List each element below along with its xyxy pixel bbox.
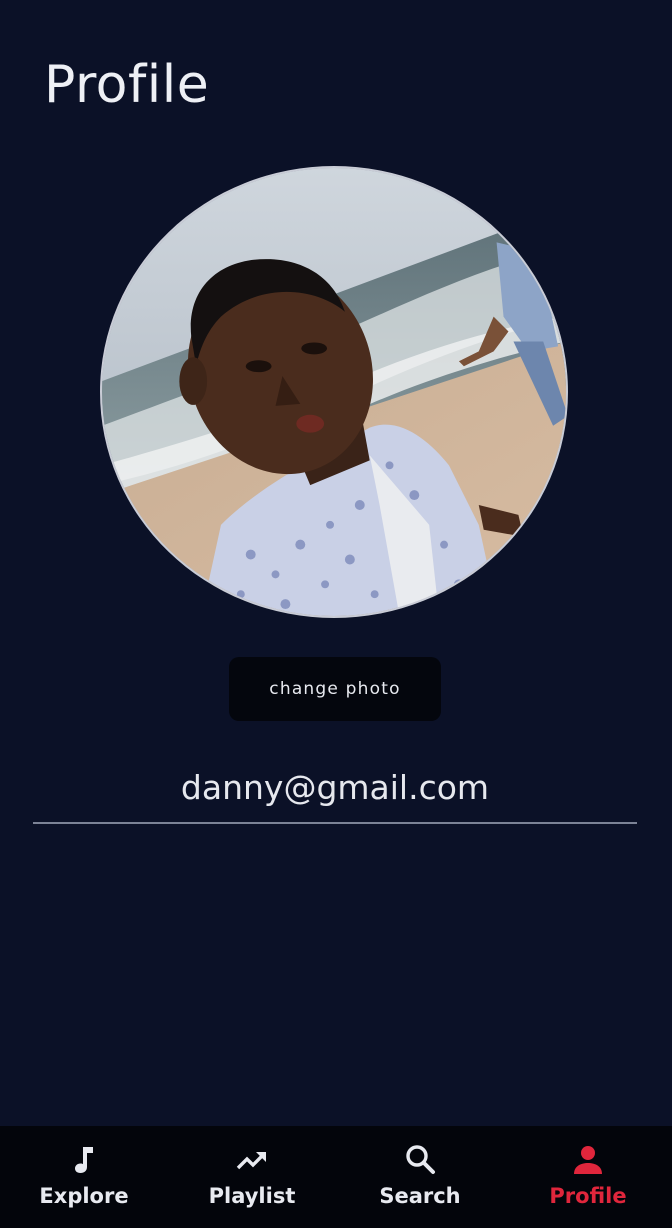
person-icon xyxy=(570,1142,606,1178)
page-title: Profile xyxy=(44,55,210,115)
nav-label-search: Search xyxy=(379,1184,461,1208)
nav-item-playlist[interactable]: Playlist xyxy=(168,1126,336,1228)
bottom-navigation: Explore Playlist Search Profile xyxy=(0,1126,672,1228)
nav-item-search[interactable]: Search xyxy=(336,1126,504,1228)
music-note-icon xyxy=(66,1142,102,1178)
trending-up-icon xyxy=(234,1142,270,1178)
change-photo-button[interactable]: change photo xyxy=(229,657,441,721)
profile-photo xyxy=(102,168,566,616)
nav-item-profile[interactable]: Profile xyxy=(504,1126,672,1228)
profile-avatar[interactable] xyxy=(100,166,568,618)
nav-label-explore: Explore xyxy=(39,1184,129,1208)
nav-label-playlist: Playlist xyxy=(208,1184,296,1208)
email-field[interactable]: danny@gmail.com xyxy=(33,752,637,824)
nav-label-profile: Profile xyxy=(549,1184,627,1208)
search-icon xyxy=(402,1142,438,1178)
nav-item-explore[interactable]: Explore xyxy=(0,1126,168,1228)
